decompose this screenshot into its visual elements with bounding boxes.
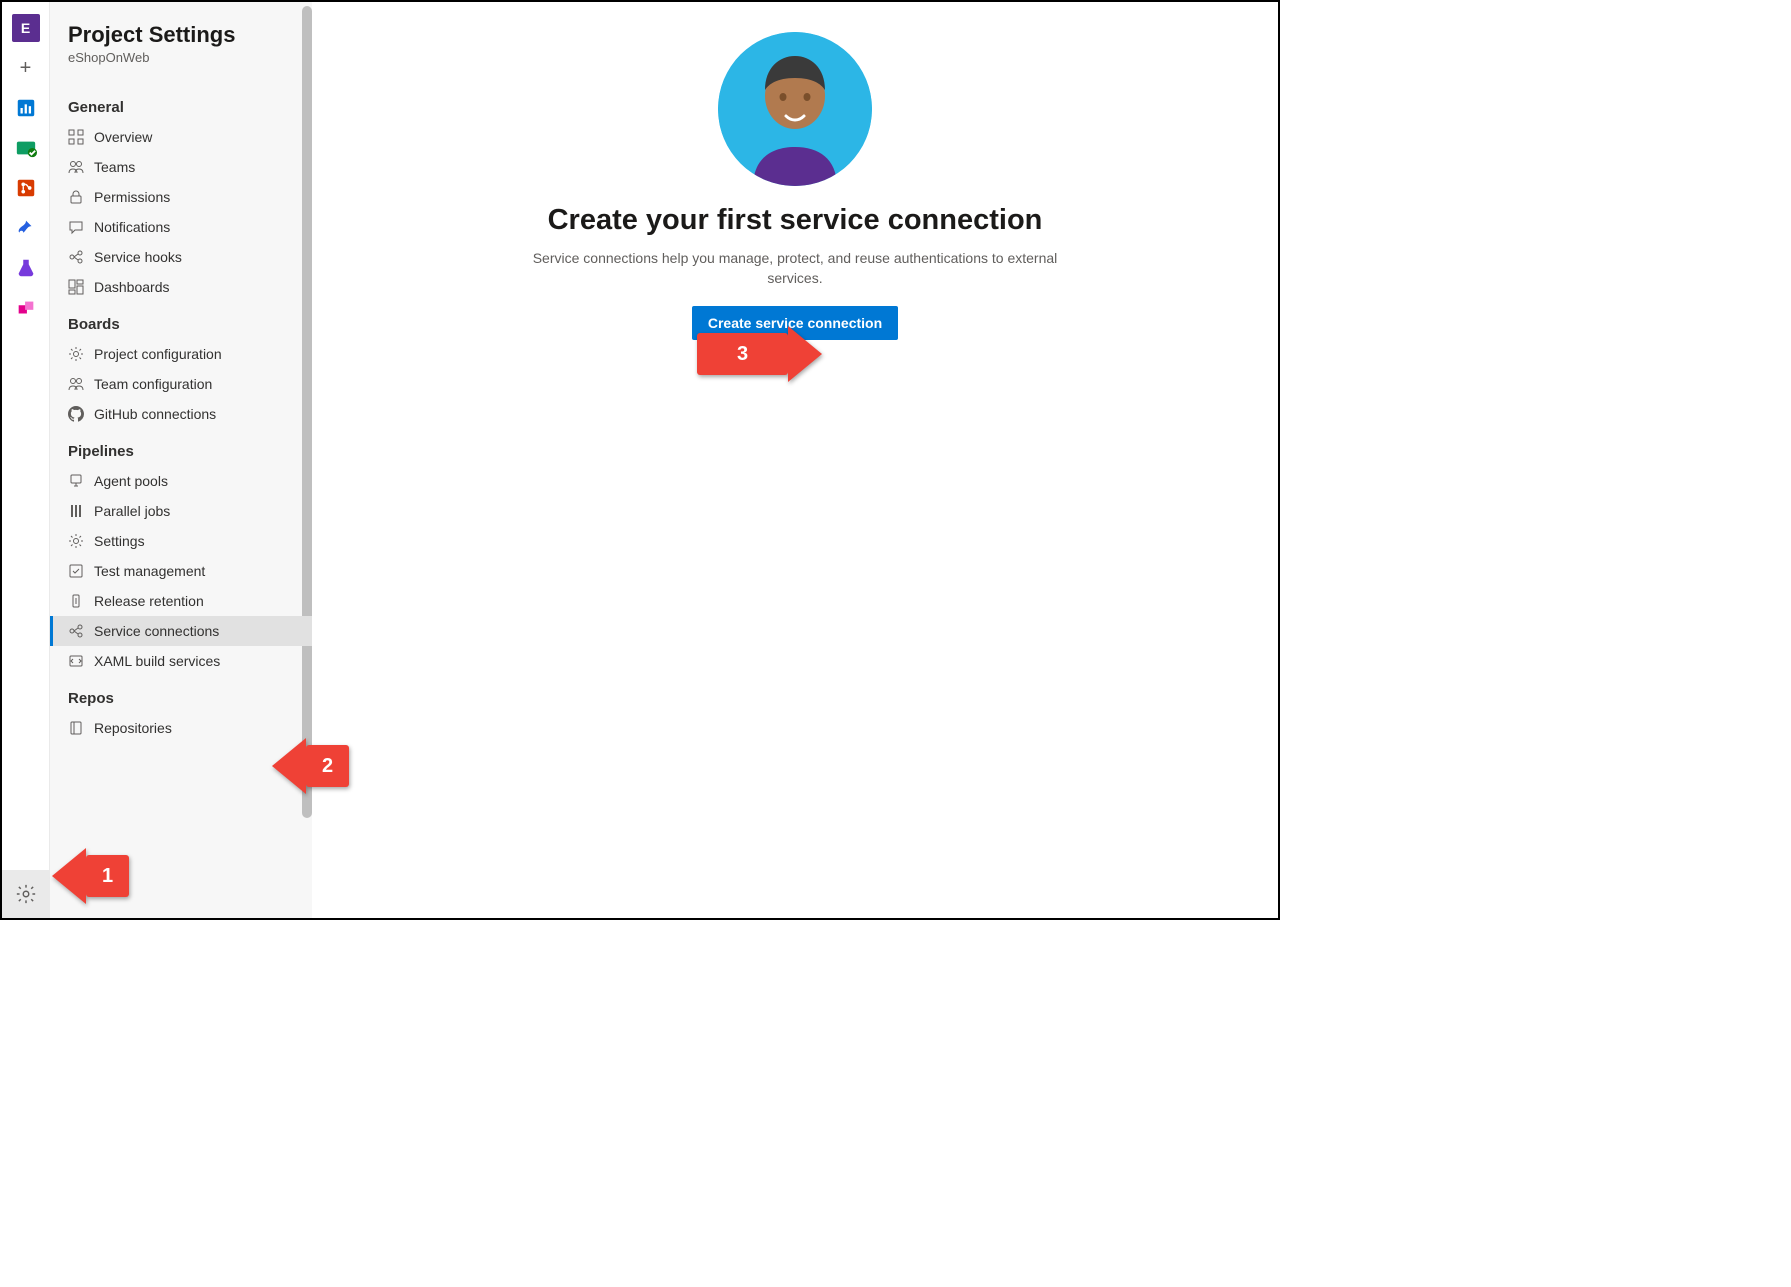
nav-section-boards: Boards (50, 302, 312, 339)
nav-item-label: Service hooks (94, 249, 182, 265)
nav-item-label: Repositories (94, 720, 172, 736)
rail-boards-icon[interactable] (10, 132, 42, 164)
nav-item-dashboards[interactable]: Dashboards (50, 272, 312, 302)
nav-item-release-retention[interactable]: Release retention (50, 586, 312, 616)
teams-icon (68, 376, 84, 392)
avatar-illustration (718, 32, 872, 186)
nav-item-label: Release retention (94, 593, 204, 609)
nav-item-permissions[interactable]: Permissions (50, 182, 312, 212)
empty-state-description: Service connections help you manage, pro… (515, 249, 1075, 288)
nav-rail: E + (2, 2, 50, 918)
lock-icon (68, 189, 84, 205)
rail-add-button[interactable]: + (10, 52, 42, 84)
nav-item-xaml-build[interactable]: XAML build services (50, 646, 312, 676)
nav-item-label: Settings (94, 533, 145, 549)
nav-item-test-management[interactable]: Test management (50, 556, 312, 586)
nav-item-notifications[interactable]: Notifications (50, 212, 312, 242)
parallel-icon (68, 503, 84, 519)
release-icon (68, 593, 84, 609)
dashboard-icon (68, 279, 84, 295)
nav-section-repos: Repos (50, 676, 312, 713)
nav-item-label: Service connections (94, 623, 219, 639)
xaml-icon (68, 653, 84, 669)
nav-item-label: Permissions (94, 189, 170, 205)
repo-icon (68, 720, 84, 736)
nav-item-label: Test management (94, 563, 205, 579)
chat-icon (68, 219, 84, 235)
rail-project-settings-button[interactable] (2, 870, 50, 918)
settings-nav-panel: Project Settings eShopOnWeb General Over… (50, 2, 312, 918)
rail-pipelines-icon[interactable] (10, 212, 42, 244)
nav-item-label: Team configuration (94, 376, 212, 392)
nav-item-label: XAML build services (94, 653, 220, 669)
nav-item-parallel-jobs[interactable]: Parallel jobs (50, 496, 312, 526)
nav-item-agent-pools[interactable]: Agent pools (50, 466, 312, 496)
rail-testplans-icon[interactable] (10, 252, 42, 284)
test-icon (68, 563, 84, 579)
rail-overview-icon[interactable] (10, 92, 42, 124)
nav-item-github[interactable]: GitHub connections (50, 399, 312, 429)
create-service-connection-button[interactable]: Create service connection (692, 306, 898, 340)
nav-item-label: Dashboards (94, 279, 170, 295)
nav-item-service-connections[interactable]: Service connections (50, 616, 312, 646)
hook-icon (68, 623, 84, 639)
grid-icon (68, 129, 84, 145)
project-initial: E (12, 14, 40, 42)
hook-icon (68, 249, 84, 265)
gear-icon (68, 346, 84, 362)
nav-item-service-hooks[interactable]: Service hooks (50, 242, 312, 272)
rail-project-tile[interactable]: E (10, 12, 42, 44)
nav-item-repositories[interactable]: Repositories (50, 713, 312, 743)
nav-item-pipeline-settings[interactable]: Settings (50, 526, 312, 556)
nav-item-label: Overview (94, 129, 152, 145)
nav-item-label: Agent pools (94, 473, 168, 489)
github-icon (68, 406, 84, 422)
empty-state-heading: Create your first service connection (515, 204, 1075, 237)
nav-item-label: Teams (94, 159, 135, 175)
nav-item-team-config[interactable]: Team configuration (50, 369, 312, 399)
nav-item-label: Notifications (94, 219, 170, 235)
gear-icon (68, 533, 84, 549)
nav-item-label: Project configuration (94, 346, 222, 362)
teams-icon (68, 159, 84, 175)
nav-item-teams[interactable]: Teams (50, 152, 312, 182)
nav-item-label: Parallel jobs (94, 503, 170, 519)
rail-artifacts-icon[interactable] (10, 292, 42, 324)
nav-item-project-config[interactable]: Project configuration (50, 339, 312, 369)
nav-item-label: GitHub connections (94, 406, 216, 422)
settings-nav-body: General Overview Teams Permissions Notif… (50, 75, 312, 783)
nav-section-pipelines: Pipelines (50, 429, 312, 466)
agent-icon (68, 473, 84, 489)
empty-state: Create your first service connection Ser… (515, 32, 1075, 340)
rail-repos-icon[interactable] (10, 172, 42, 204)
nav-item-overview[interactable]: Overview (50, 122, 312, 152)
settings-title: Project Settings (68, 22, 294, 48)
nav-section-general: General (50, 85, 312, 122)
main-content: Create your first service connection Ser… (312, 2, 1278, 918)
settings-subtitle: eShopOnWeb (68, 50, 294, 65)
